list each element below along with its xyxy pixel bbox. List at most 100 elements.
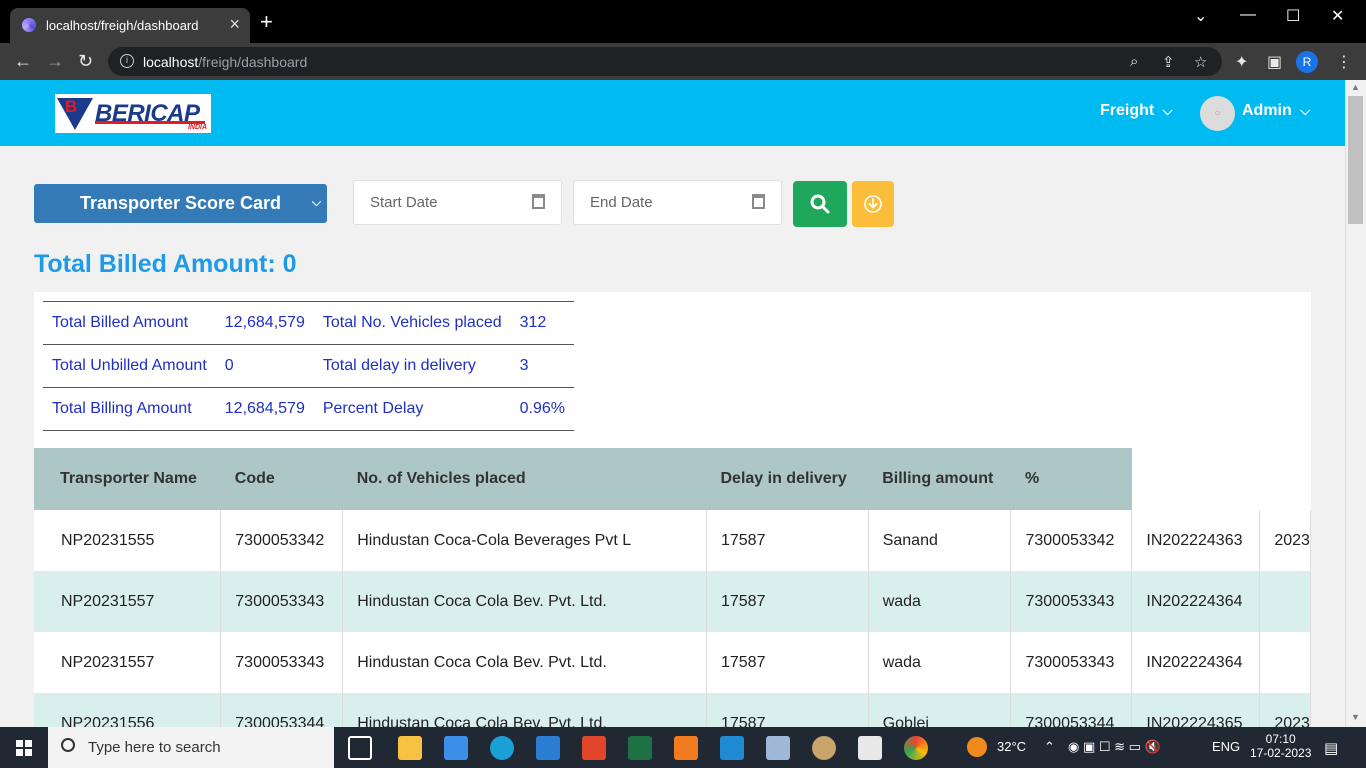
calendar-icon[interactable] <box>752 194 765 209</box>
summary-label: Total delay in delivery <box>313 344 511 388</box>
extensions-icon[interactable]: ✦ <box>1235 52 1248 72</box>
table-cell: 7300053344 <box>1010 693 1133 727</box>
chrome-menu-icon[interactable]: ⋮ <box>1336 52 1352 72</box>
table-row[interactable]: NP20231556 7300053344 Hindustan Coca Col… <box>34 693 1311 727</box>
mail-icon[interactable] <box>536 736 560 760</box>
column-header-empty <box>1259 448 1311 510</box>
zoom-icon[interactable]: ⌕ <box>1130 53 1138 70</box>
close-tab-icon[interactable]: × <box>229 14 240 35</box>
bookmark-star-icon[interactable]: ☆ <box>1194 53 1207 71</box>
summary-label: Total No. Vehicles placed <box>313 301 511 345</box>
table-row[interactable]: NP20231557 7300053343 Hindustan Coca Col… <box>34 571 1311 632</box>
transporter-table: Transporter Name Code No. of Vehicles pl… <box>34 448 1311 727</box>
summary-label: Percent Delay <box>313 387 511 431</box>
excel-icon[interactable] <box>628 736 652 760</box>
tray-icons[interactable]: ◉ ▣ ☐ ≋ ▭ 🔇 <box>1068 739 1161 755</box>
table-cell: 7300053343 <box>1010 632 1133 693</box>
admin-avatar[interactable]: ○ <box>1200 96 1235 131</box>
table-cell: Hindustan Coca Cola Bev. Pvt. Ltd. <box>342 632 707 693</box>
clock[interactable]: 07:10 17-02-2023 <box>1250 732 1311 760</box>
calendar-icon[interactable] <box>532 194 545 209</box>
new-tab-icon[interactable]: + <box>260 11 273 33</box>
reload-icon[interactable]: ↻ <box>78 51 93 71</box>
store-icon[interactable] <box>444 736 468 760</box>
xampp-icon[interactable] <box>674 736 698 760</box>
table-cell: Hindustan Coca Cola Bev. Pvt. Ltd. <box>342 571 707 632</box>
taskbar-search-input[interactable]: Type here to search <box>48 727 334 768</box>
paint-icon[interactable] <box>812 736 836 760</box>
language-indicator[interactable]: ENG <box>1212 739 1240 754</box>
table-cell: 7300053343 <box>1010 571 1133 632</box>
logo-letter: B <box>65 96 78 116</box>
profile-avatar[interactable]: R <box>1296 51 1318 73</box>
tab-title: localhost/freigh/dashboard <box>46 18 199 33</box>
scroll-up-icon[interactable]: ▲ <box>1351 82 1360 92</box>
share-icon[interactable]: ⇪ <box>1162 53 1175 71</box>
document-icon[interactable] <box>858 736 882 760</box>
table-cell: IN202224365 <box>1131 693 1261 727</box>
bericap-logo[interactable]: B BERICAP INDIA <box>55 94 211 133</box>
table-cell: NP20231557 <box>34 571 222 632</box>
file-explorer-icon[interactable] <box>398 736 422 760</box>
end-date-input[interactable]: End Date <box>573 180 782 225</box>
filter-bar: Transporter Score Card ⌵ Start Date End … <box>0 180 1345 240</box>
edge-icon[interactable] <box>490 736 514 760</box>
maximize-icon[interactable]: ☐ <box>1286 6 1300 26</box>
summary-row: Total Billed Amount 12,684,579 Total No.… <box>43 301 574 345</box>
site-favicon-icon <box>22 18 36 32</box>
weather-icon[interactable] <box>967 737 987 757</box>
chevron-down-icon: ⌵ <box>1300 103 1311 118</box>
column-header[interactable]: % <box>1010 448 1132 510</box>
back-icon[interactable]: ← <box>14 51 32 71</box>
admin-menu[interactable]: Admin ⌵ <box>1242 102 1310 120</box>
summary-label: Total Billing Amount <box>43 387 216 431</box>
column-header[interactable]: No. of Vehicles placed <box>342 448 707 510</box>
taskbar-search-placeholder: Type here to search <box>88 739 221 756</box>
download-button[interactable] <box>852 181 894 227</box>
minimize-icon[interactable]: — <box>1240 6 1256 24</box>
summary-value: 0.96% <box>510 387 574 431</box>
summary-value: 312 <box>510 301 574 345</box>
scrollbar-thumb[interactable] <box>1348 96 1363 224</box>
admin-menu-label: Admin <box>1242 102 1292 119</box>
page-scrollbar[interactable]: ▲ ▼ <box>1345 80 1366 727</box>
tab-search-icon[interactable]: ⌄ <box>1194 6 1207 26</box>
chevron-up-icon[interactable]: ⌃ <box>1044 739 1055 755</box>
table-cell: 2023 <box>1259 693 1311 727</box>
column-header[interactable]: Code <box>220 448 343 510</box>
table-cell: Hindustan Coca Cola Bev. Pvt. Ltd. <box>342 693 707 727</box>
search-icon <box>810 194 830 214</box>
column-header[interactable]: Billing amount <box>868 448 1011 510</box>
start-date-input[interactable]: Start Date <box>353 180 562 225</box>
report-type-select[interactable]: Transporter Score Card ⌵ <box>34 184 327 223</box>
site-info-icon[interactable]: i <box>120 54 134 68</box>
task-view-icon[interactable] <box>348 736 372 760</box>
chrome-icon[interactable] <box>904 736 928 760</box>
column-header[interactable]: Transporter Name <box>34 448 221 510</box>
total-billed-heading: Total Billed Amount: 0 <box>34 250 297 278</box>
office-icon[interactable] <box>582 736 606 760</box>
side-panel-icon[interactable]: ▣ <box>1267 52 1282 72</box>
close-window-icon[interactable]: ✕ <box>1331 6 1344 26</box>
browser-tab[interactable]: localhost/freigh/dashboard × <box>10 8 250 43</box>
table-cell <box>1259 571 1311 632</box>
summary-value: 0 <box>215 344 314 388</box>
vscode-icon[interactable] <box>720 736 744 760</box>
table-row[interactable]: NP20231555 7300053342 Hindustan Coca-Col… <box>34 510 1311 571</box>
search-button[interactable] <box>793 181 847 227</box>
table-cell: NP20231556 <box>34 693 222 727</box>
table-row[interactable]: NP20231557 7300053343 Hindustan Coca Col… <box>34 632 1311 693</box>
windows-start-icon[interactable] <box>16 740 32 756</box>
notepad-icon[interactable] <box>766 736 790 760</box>
notifications-icon[interactable]: ▤ <box>1324 739 1338 757</box>
column-header[interactable]: Delay in delivery <box>706 448 869 510</box>
address-bar[interactable]: i localhost/freigh/dashboard ⌕ ⇪ ☆ <box>108 47 1222 76</box>
summary-value: 3 <box>510 344 574 388</box>
table-cell: Hindustan Coca-Cola Beverages Pvt L <box>342 510 707 571</box>
forward-icon[interactable]: → <box>46 51 64 71</box>
table-cell: 7300053342 <box>1010 510 1133 571</box>
logo-sub: INDIA <box>187 124 207 131</box>
scroll-down-icon[interactable]: ▼ <box>1351 712 1360 722</box>
table-cell: Sanand <box>868 510 1012 571</box>
freight-menu[interactable]: Freight ⌵ <box>1100 102 1173 120</box>
